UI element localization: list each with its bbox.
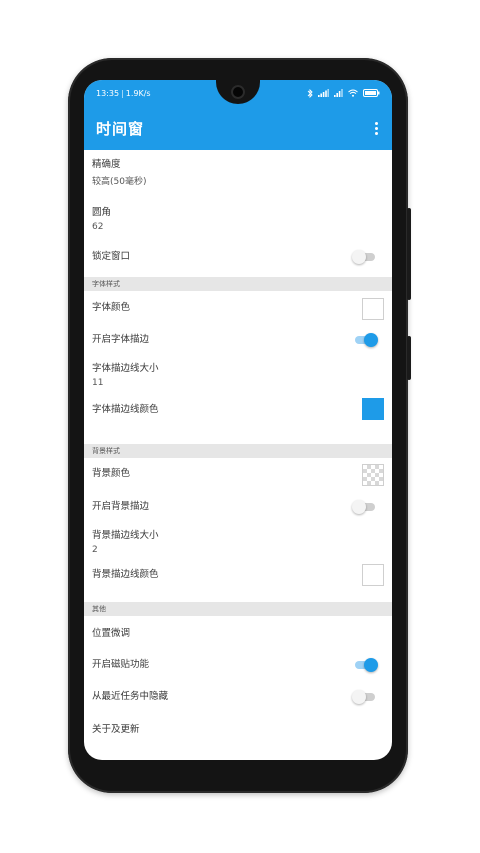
signal-icon bbox=[318, 89, 329, 97]
menu-dot bbox=[375, 121, 378, 125]
power-button bbox=[407, 336, 411, 380]
setting-font-stroke[interactable]: 开启字体描边 bbox=[84, 331, 392, 349]
setting-label: 开启磁贴功能 bbox=[92, 659, 150, 670]
battery-icon bbox=[363, 89, 380, 97]
setting-label: 字体描边线大小 bbox=[92, 363, 159, 374]
app-toolbar: 时间窗 bbox=[84, 106, 392, 150]
section-header-font: 字体样式 bbox=[84, 277, 392, 291]
setting-label: 开启字体描边 bbox=[92, 334, 150, 345]
status-time: 13:35 bbox=[96, 88, 120, 98]
setting-label: 锁定窗口 bbox=[92, 251, 131, 262]
setting-label: 位置微调 bbox=[92, 628, 131, 639]
setting-label: 关于及更新 bbox=[92, 724, 140, 735]
setting-bg-stroke[interactable]: 开启背景描边 bbox=[84, 498, 392, 516]
setting-label: 背景描边线大小 bbox=[92, 530, 159, 541]
setting-value: 11 bbox=[92, 378, 104, 388]
setting-label: 开启背景描边 bbox=[92, 501, 150, 512]
menu-dot bbox=[375, 126, 378, 130]
lock-window-switch[interactable] bbox=[352, 250, 378, 264]
volume-button bbox=[407, 208, 411, 300]
bluetooth-icon bbox=[307, 88, 313, 98]
font-stroke-switch[interactable] bbox=[352, 333, 378, 347]
font-stroke-color-swatch[interactable] bbox=[362, 398, 384, 420]
setting-hide-recents[interactable]: 从最近任务中隐藏 bbox=[84, 688, 392, 706]
setting-bg-color[interactable]: 背景颜色 bbox=[84, 462, 392, 486]
bg-stroke-color-swatch[interactable] bbox=[362, 564, 384, 586]
setting-font-stroke-color[interactable]: 字体描边线颜色 bbox=[84, 398, 392, 422]
front-camera bbox=[231, 85, 245, 99]
section-header-background: 背景样式 bbox=[84, 444, 392, 458]
setting-font-stroke-size[interactable]: 字体描边线大小 11 bbox=[84, 360, 392, 388]
setting-label: 精确度 bbox=[92, 159, 121, 170]
menu-dot bbox=[375, 131, 378, 135]
app-title: 时间窗 bbox=[96, 119, 145, 138]
status-divider: | bbox=[121, 88, 124, 98]
more-vert-icon[interactable] bbox=[375, 121, 378, 135]
setting-font-color[interactable]: 字体颜色 bbox=[84, 296, 392, 320]
setting-label: 字体颜色 bbox=[92, 302, 131, 313]
setting-bg-stroke-size[interactable]: 背景描边线大小 2 bbox=[84, 527, 392, 555]
setting-label: 背景描边线颜色 bbox=[92, 569, 159, 580]
setting-bg-stroke-color[interactable]: 背景描边线颜色 bbox=[84, 562, 392, 588]
switch-thumb bbox=[352, 690, 366, 704]
stage: 13:35 | 1.9K/s 时间窗 精确度 较高(50毫秒) 圆角 62 锁定… bbox=[0, 0, 480, 853]
setting-label: 从最近任务中隐藏 bbox=[92, 691, 169, 702]
wifi-icon bbox=[348, 89, 358, 97]
setting-precision[interactable]: 精确度 较高(50毫秒) bbox=[84, 156, 392, 187]
setting-snap[interactable]: 开启磁贴功能 bbox=[84, 656, 392, 674]
switch-thumb bbox=[352, 250, 366, 264]
setting-about[interactable]: 关于及更新 bbox=[84, 721, 392, 739]
setting-label: 圆角 bbox=[92, 207, 112, 218]
setting-value: 较高(50毫秒) bbox=[92, 177, 147, 187]
snap-switch[interactable] bbox=[352, 658, 378, 672]
switch-thumb bbox=[364, 333, 378, 347]
setting-label: 字体描边线颜色 bbox=[92, 404, 159, 415]
setting-corner[interactable]: 圆角 62 bbox=[84, 204, 392, 232]
status-speed: 1.9K/s bbox=[125, 88, 151, 98]
hide-recents-switch[interactable] bbox=[352, 690, 378, 704]
bg-stroke-switch[interactable] bbox=[352, 500, 378, 514]
screen: 13:35 | 1.9K/s 时间窗 精确度 较高(50毫秒) 圆角 62 锁定… bbox=[84, 80, 392, 760]
section-header-other: 其他 bbox=[84, 602, 392, 616]
setting-position-adjust[interactable]: 位置微调 bbox=[84, 625, 392, 643]
switch-thumb bbox=[352, 500, 366, 514]
setting-value: 62 bbox=[92, 222, 104, 232]
bg-color-swatch[interactable] bbox=[362, 464, 384, 486]
setting-label: 背景颜色 bbox=[92, 468, 131, 479]
setting-lock-window[interactable]: 锁定窗口 bbox=[84, 248, 392, 266]
signal-icon-2 bbox=[334, 89, 343, 97]
font-color-swatch[interactable] bbox=[362, 298, 384, 320]
setting-value: 2 bbox=[92, 545, 98, 555]
switch-thumb bbox=[364, 658, 378, 672]
